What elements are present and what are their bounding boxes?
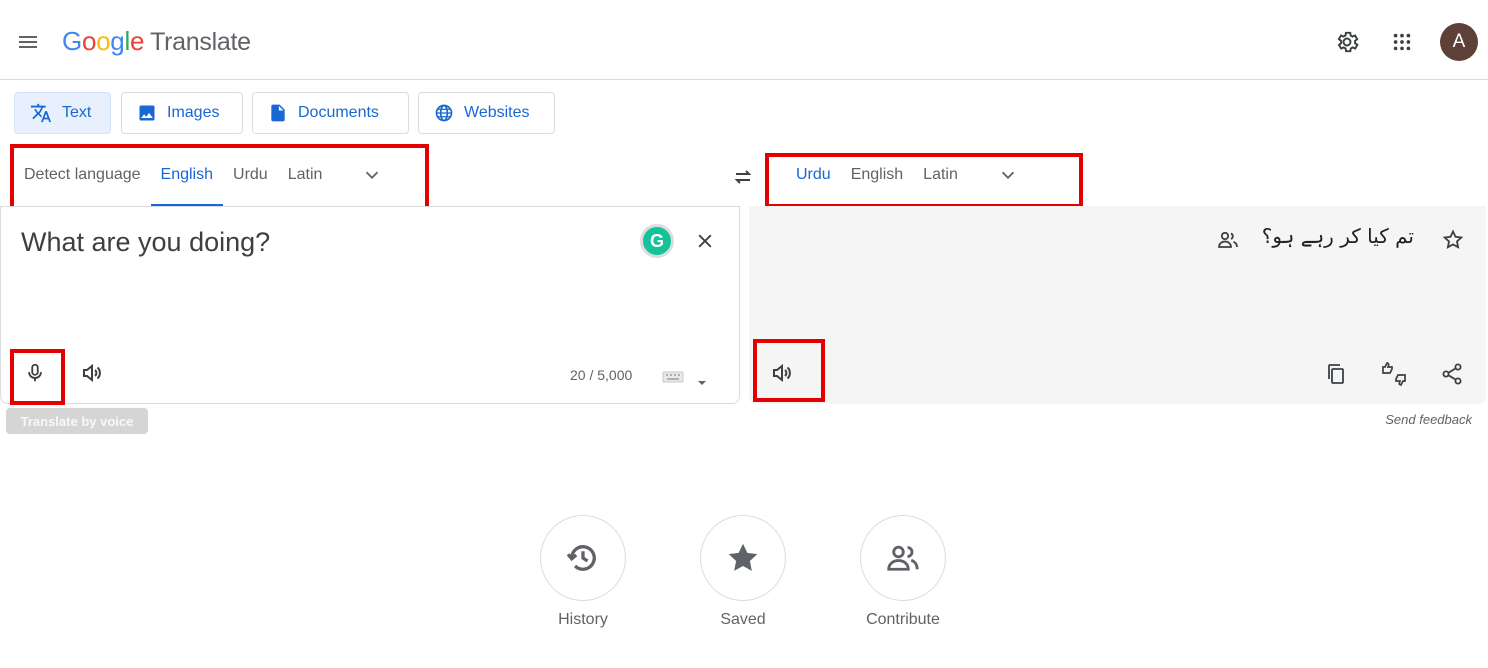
tab-images[interactable]: Images	[121, 92, 243, 134]
target-lang-latin[interactable]: Latin	[913, 144, 968, 206]
tab-text[interactable]: Text	[14, 92, 111, 134]
swap-arrows-icon	[734, 170, 752, 184]
star-outline-icon	[1442, 229, 1464, 249]
saved-label: Saved	[720, 611, 766, 628]
people-check-icon	[1218, 231, 1238, 248]
logo-letter: g	[110, 26, 125, 56]
tab-images-label: Images	[167, 104, 220, 121]
share-translation-button[interactable]	[1434, 356, 1470, 392]
settings-button[interactable]	[1333, 28, 1361, 56]
copy-icon	[1328, 364, 1344, 384]
history-icon	[566, 545, 596, 571]
tab-documents[interactable]: Documents	[252, 92, 409, 134]
rate-translation-button[interactable]	[1376, 356, 1412, 392]
copy-translation-button[interactable]	[1318, 356, 1354, 392]
caret-down-icon	[698, 381, 706, 385]
image-icon	[139, 105, 155, 121]
chevron-down-icon	[1001, 171, 1015, 180]
target-language-bar: Urdu English Latin	[786, 144, 1030, 206]
tab-documents-label: Documents	[298, 104, 379, 121]
logo-letter: o	[96, 26, 111, 56]
input-tools-dropdown[interactable]	[697, 374, 707, 392]
contribute-button[interactable]	[860, 515, 946, 601]
swap-languages-button[interactable]	[728, 162, 758, 192]
document-icon	[271, 104, 285, 122]
target-language-dropdown[interactable]	[986, 153, 1030, 197]
voice-tooltip: Translate by voice	[6, 408, 148, 434]
source-lang-detect[interactable]: Detect language	[14, 144, 151, 206]
grammarly-button[interactable]: G	[640, 224, 674, 258]
google-translate-logo[interactable]: Google Translate	[62, 26, 251, 57]
history-button[interactable]	[540, 515, 626, 601]
chevron-down-icon	[366, 171, 379, 180]
close-icon	[698, 234, 712, 248]
logo-letter: e	[129, 26, 145, 56]
share-icon	[1442, 363, 1462, 385]
character-count: 20 / 5,000	[570, 367, 633, 383]
logo-letter: o	[81, 26, 97, 56]
target-lang-urdu[interactable]: Urdu	[786, 144, 841, 206]
send-feedback-link[interactable]: Send feedback	[1385, 412, 1472, 427]
tab-websites-label: Websites	[464, 104, 530, 121]
speaker-icon	[773, 363, 791, 383]
input-tools-button[interactable]	[662, 370, 684, 389]
speaker-icon	[83, 363, 101, 383]
clear-source-button[interactable]	[690, 226, 720, 256]
saved-button[interactable]	[700, 515, 786, 601]
translate-by-voice-button[interactable]	[17, 355, 53, 391]
history-action[interactable]: History	[540, 515, 626, 629]
app-header: Google Translate A	[0, 0, 1488, 80]
microphone-icon	[28, 363, 42, 382]
history-label: History	[558, 611, 608, 628]
contribute-action[interactable]: Contribute	[860, 515, 946, 629]
grammarly-icon: G	[649, 230, 664, 251]
source-text-input[interactable]: What are you doing?	[21, 227, 270, 258]
account-avatar[interactable]: A	[1440, 23, 1478, 61]
apps-grid-icon	[1393, 33, 1411, 51]
contribute-label: Contribute	[866, 611, 940, 628]
keyboard-icon	[662, 371, 684, 383]
apps-button[interactable]	[1388, 28, 1416, 56]
source-lang-latin[interactable]: Latin	[278, 144, 333, 206]
globe-icon	[435, 104, 453, 122]
target-listen-button[interactable]	[764, 355, 800, 391]
saved-action[interactable]: Saved	[700, 515, 786, 629]
source-language-bar: Detect language English Urdu Latin	[14, 144, 394, 206]
thumbs-up-down-icon	[1382, 362, 1406, 386]
hamburger-menu-icon	[19, 36, 37, 48]
people-icon	[887, 545, 919, 571]
save-translation-button[interactable]	[1435, 222, 1471, 258]
tab-websites[interactable]: Websites	[418, 92, 555, 134]
target-lang-english[interactable]: English	[841, 144, 913, 206]
logo-letter: G	[62, 26, 82, 56]
translate-icon	[30, 103, 52, 123]
source-lang-english[interactable]: English	[150, 144, 224, 206]
product-name: Translate	[150, 28, 251, 56]
source-lang-urdu[interactable]: Urdu	[223, 144, 278, 206]
gear-icon	[1337, 31, 1359, 53]
source-listen-button[interactable]	[74, 355, 110, 391]
star-icon	[728, 543, 758, 571]
verified-translation-button[interactable]	[1210, 222, 1246, 258]
translated-text: تم کیا کر رہے ہو؟	[1261, 224, 1414, 248]
source-language-dropdown[interactable]	[350, 153, 394, 197]
tab-text-label: Text	[62, 104, 92, 121]
main-menu-button[interactable]	[14, 28, 42, 56]
